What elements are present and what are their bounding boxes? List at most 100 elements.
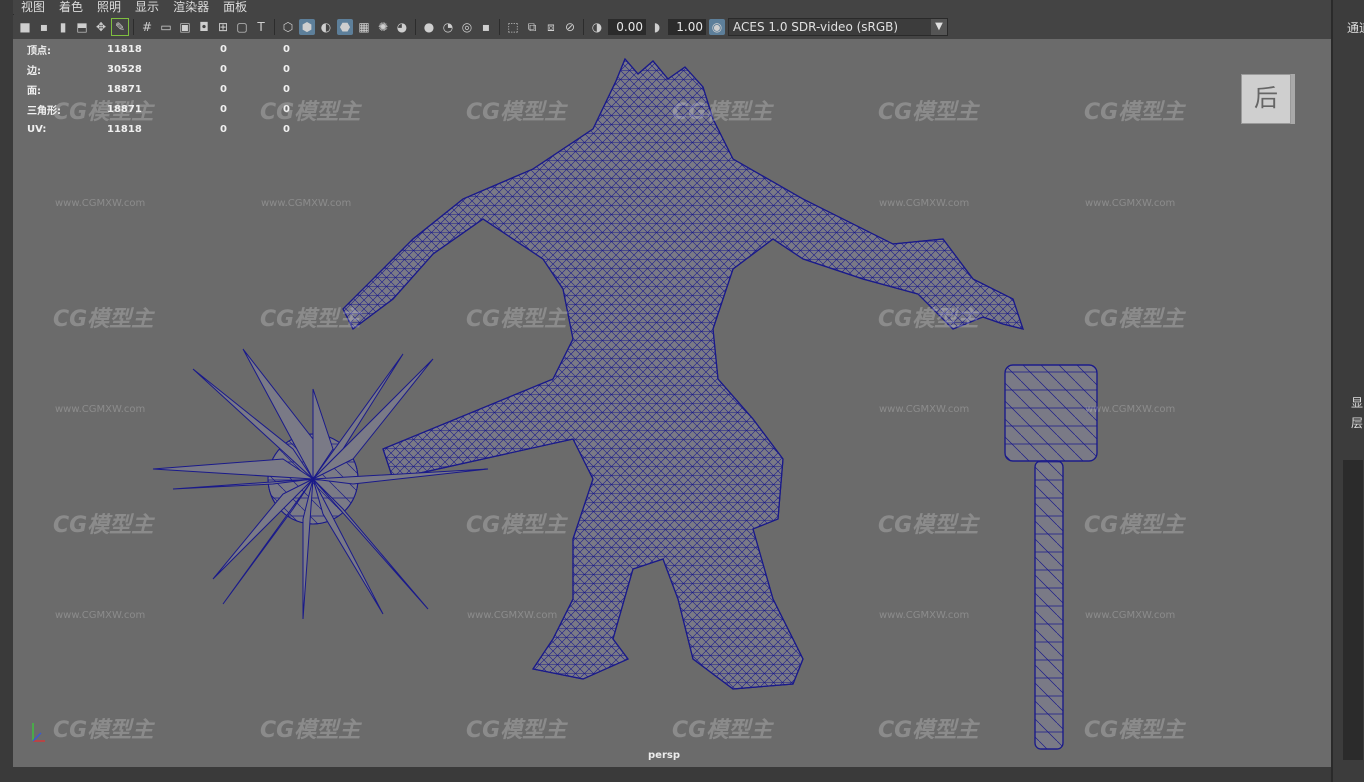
separator — [583, 19, 584, 35]
hud-row-edges: 边: 30528 0 0 — [27, 63, 290, 77]
watermark: CG模型主 — [1084, 307, 1185, 332]
camera-label: persp — [648, 750, 680, 761]
left-tool-strip — [0, 0, 14, 782]
watermark: CG模型主 — [1084, 100, 1185, 125]
menu-renderer[interactable]: 渲染器 — [165, 1, 215, 14]
watermark: CG模型主 — [466, 718, 567, 743]
watermark-url: www.CGMXW.com — [1085, 198, 1176, 209]
watermark-url: www.CGMXW.com — [1085, 610, 1176, 621]
wireframe-on-shaded-icon[interactable]: ⬣ — [337, 19, 353, 35]
color-space-value: ACES 1.0 SDR-video (sRGB) — [733, 20, 899, 34]
watermark: CG模型主 — [466, 513, 567, 538]
hud-row-vertices: 顶点: 11818 0 0 — [27, 43, 290, 57]
separator — [274, 19, 275, 35]
watermark: CG模型主 — [53, 718, 154, 743]
watermark-url: www.CGMXW.com — [55, 404, 146, 415]
xray-icon[interactable]: ⧉ — [524, 19, 540, 35]
separator — [133, 19, 134, 35]
camera-icon[interactable]: ■ — [17, 19, 33, 35]
film-gate-icon[interactable]: ▭ — [158, 19, 174, 35]
watermark: CG模型主 — [53, 513, 154, 538]
separator — [415, 19, 416, 35]
grease-pencil-icon[interactable]: ✎ — [111, 18, 129, 36]
grid-icon[interactable]: # — [139, 19, 155, 35]
safe-title-icon[interactable]: T — [253, 19, 269, 35]
hud-row-uvs: UV: 11818 0 0 — [27, 123, 290, 135]
safe-action-icon[interactable]: ▢ — [234, 19, 250, 35]
watermark: CG模型主 — [260, 307, 361, 332]
color-space-dropdown[interactable]: ACES 1.0 SDR-video (sRGB) ▼ — [728, 18, 948, 36]
channel-box-panel: 通道 显 层 — [1331, 0, 1364, 782]
watermark-url: www.CGMXW.com — [1085, 404, 1176, 415]
shadows-icon[interactable]: ◕ — [394, 19, 410, 35]
camera-attributes-icon[interactable]: ▪ — [36, 19, 52, 35]
smooth-shade-icon[interactable]: ⬢ — [299, 19, 315, 35]
menu-panels[interactable]: 面板 — [215, 1, 253, 14]
layer-tab[interactable]: 层 — [1351, 414, 1363, 431]
watermark: CG模型主 — [672, 718, 773, 743]
watermark: CG模型主 — [1084, 718, 1185, 743]
layer-list[interactable] — [1343, 460, 1363, 760]
3d-viewport[interactable]: CG模型主 CG模型主 CG模型主 CG模型主 CG模型主 CG模型主 CG模型… — [13, 39, 1331, 767]
color-management-icon[interactable]: ◉ — [709, 19, 725, 35]
watermark-url: www.CGMXW.com — [879, 198, 970, 209]
poly-count-hud: 顶点: 11818 0 0 边: 30528 0 0 面: 18871 0 0 三角形: 18871… — [27, 39, 290, 139]
isolate-select-icon[interactable]: ⬚ — [505, 19, 521, 35]
watermark-url: www.CGMXW.com — [261, 198, 352, 209]
menu-shading[interactable]: 着色 — [51, 1, 89, 14]
time-slider[interactable] — [13, 767, 1331, 782]
watermark: CG模型主 — [878, 513, 979, 538]
watermark-url: www.CGMXW.com — [467, 610, 558, 621]
viewport-menubar: 视图 着色 照明 显示 渲染器 面板 — [13, 0, 1331, 14]
resolution-gate-icon[interactable]: ▣ — [177, 19, 193, 35]
wireframe-icon[interactable]: ⬡ — [280, 19, 296, 35]
hammer — [1004, 364, 1098, 750]
view-cube[interactable]: 后 — [1241, 74, 1291, 124]
watermark-url: www.CGMXW.com — [879, 610, 970, 621]
watermark-url: www.CGMXW.com — [879, 404, 970, 415]
exposure-icon[interactable]: ◑ — [589, 19, 605, 35]
default-material-icon[interactable]: ◐ — [318, 19, 334, 35]
axis-gizmo-icon — [32, 723, 45, 742]
watermark: CG模型主 — [466, 100, 567, 125]
watermark: CG模型主 — [1084, 513, 1185, 538]
watermark: CG模型主 — [878, 718, 979, 743]
field-chart-icon[interactable]: ⊞ — [215, 19, 231, 35]
scene-mesh — [152, 57, 1098, 750]
menu-show[interactable]: 显示 — [127, 1, 165, 14]
menu-lighting[interactable]: 照明 — [89, 1, 127, 14]
spiked-mace — [152, 348, 489, 620]
lights-icon[interactable]: ✺ — [375, 19, 391, 35]
watermark-url: www.CGMXW.com — [55, 198, 146, 209]
menu-view[interactable]: 视图 — [13, 1, 51, 14]
display-tab[interactable]: 显 — [1351, 394, 1363, 411]
textured-icon[interactable]: ▦ — [356, 19, 372, 35]
screen-space-ao-icon[interactable]: ● — [421, 19, 437, 35]
watermark: CG模型主 — [53, 307, 154, 332]
gamma-field[interactable]: 1.00 — [668, 19, 706, 35]
depth-of-field-icon[interactable]: ▪ — [478, 19, 494, 35]
monster-body — [342, 57, 1024, 690]
2d-pan-zoom-icon[interactable]: ✥ — [93, 19, 109, 35]
watermark-url: www.CGMXW.com — [55, 610, 146, 621]
watermark: CG模型主 — [672, 100, 773, 125]
watermark: CG模型主 — [878, 307, 979, 332]
xray-joints-icon[interactable]: ⧈ — [543, 19, 559, 35]
chevron-down-icon: ▼ — [931, 19, 947, 35]
bookmark-icon[interactable]: ▮ — [55, 19, 71, 35]
gamma-icon[interactable]: ◗ — [649, 19, 665, 35]
separator — [499, 19, 500, 35]
hud-row-triangles: 三角形: 18871 0 0 — [27, 103, 290, 117]
channel-box-title[interactable]: 通道 — [1347, 19, 1364, 36]
gate-mask-icon[interactable]: ◘ — [196, 19, 212, 35]
backface-culling-icon[interactable]: ⊘ — [562, 19, 578, 35]
motion-blur-icon[interactable]: ◔ — [440, 19, 456, 35]
anti-aliasing-icon[interactable]: ◎ — [459, 19, 475, 35]
watermark: CG模型主 — [878, 100, 979, 125]
hud-row-faces: 面: 18871 0 0 — [27, 83, 290, 97]
viewport-toolbar: ■ ▪ ▮ ⬒ ✥ ✎ # ▭ ▣ ◘ ⊞ ▢ T ⬡ ⬢ ◐ ⬣ ▦ ✺ ◕ … — [13, 15, 1331, 39]
exposure-field[interactable]: 0.00 — [608, 19, 646, 35]
watermark: CG模型主 — [466, 307, 567, 332]
image-plane-icon[interactable]: ⬒ — [74, 19, 90, 35]
watermark: CG模型主 — [260, 718, 361, 743]
